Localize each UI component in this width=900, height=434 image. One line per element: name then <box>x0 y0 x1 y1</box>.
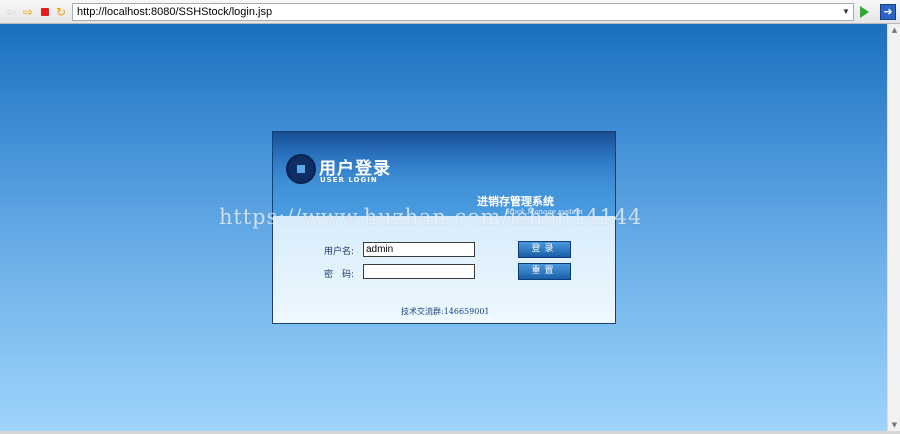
chevron-down-icon[interactable]: ▼ <box>841 4 851 20</box>
login-subtitle: USER LOGIN <box>320 176 378 184</box>
vertical-scrollbar[interactable]: ▲ ▼ <box>887 24 900 431</box>
browser-toolbar: ⇦ ⇨ ↻ http://localhost:8080/SSHStock/log… <box>0 0 900 24</box>
jump-icon[interactable]: ➜ <box>880 4 896 20</box>
password-label: 密 码: <box>324 270 355 280</box>
address-text: http://localhost:8080/SSHStock/login.jsp <box>77 6 273 18</box>
scroll-down-icon[interactable]: ▼ <box>889 419 900 431</box>
login-logo-icon <box>286 154 316 184</box>
username-input[interactable] <box>363 242 475 257</box>
support-group-text: 技术交流群:146659001 <box>401 307 490 316</box>
reset-button[interactable]: 重置 <box>518 263 571 280</box>
forward-arrow-icon[interactable]: ⇨ <box>21 5 35 19</box>
scroll-up-icon[interactable]: ▲ <box>889 24 900 36</box>
login-header: 用户登录 USER LOGIN 进销存管理系统 Stock Manage sys… <box>273 132 615 216</box>
refresh-icon[interactable]: ↻ <box>54 5 68 19</box>
login-button[interactable]: 登录 <box>518 241 571 258</box>
go-icon[interactable] <box>860 6 869 18</box>
back-arrow-icon[interactable]: ⇦ <box>4 5 18 19</box>
password-input[interactable] <box>363 264 475 279</box>
address-bar[interactable]: http://localhost:8080/SSHStock/login.jsp… <box>72 3 854 21</box>
stop-icon[interactable] <box>38 5 52 19</box>
page-viewport: 用户登录 USER LOGIN 进销存管理系统 Stock Manage sys… <box>0 24 887 431</box>
watermark-text: https://www.huzhan.com/ishop14144 <box>219 205 643 229</box>
username-label: 用户名: <box>324 247 355 257</box>
